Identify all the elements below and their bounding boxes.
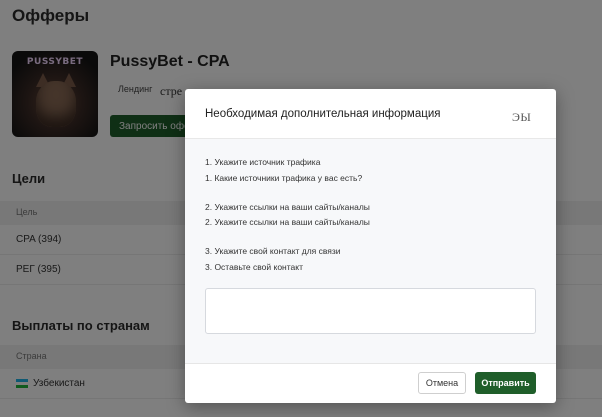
question-label: 3. Оставьте свой контакт: [205, 262, 303, 272]
additional-info-modal: Необходимая дополнительная информация ЭЫ…: [185, 89, 556, 403]
close-button[interactable]: ЭЫ: [512, 110, 531, 125]
modal-footer: Отмена Отправить: [185, 363, 556, 403]
question-label: 3. Укажите свой контакт для связи: [205, 246, 341, 256]
question-label: 2. Укажите ссылки на ваши сайты/каналы: [205, 217, 370, 227]
answer-textarea[interactable]: [205, 288, 536, 334]
question-label: 1. Укажите источник трафика: [205, 157, 321, 167]
cancel-button[interactable]: Отмена: [418, 372, 466, 394]
modal-title: Необходимая дополнительная информация: [205, 108, 441, 120]
question-label: 2. Укажите ссылки на ваши сайты/каналы: [205, 202, 370, 212]
modal-header: Необходимая дополнительная информация ЭЫ: [185, 89, 556, 139]
modal-body: 1. Укажите источник трафика 1. Какие ист…: [185, 139, 556, 363]
question-label: 1. Какие источники трафика у вас есть?: [205, 173, 363, 183]
submit-button[interactable]: Отправить: [475, 372, 536, 394]
